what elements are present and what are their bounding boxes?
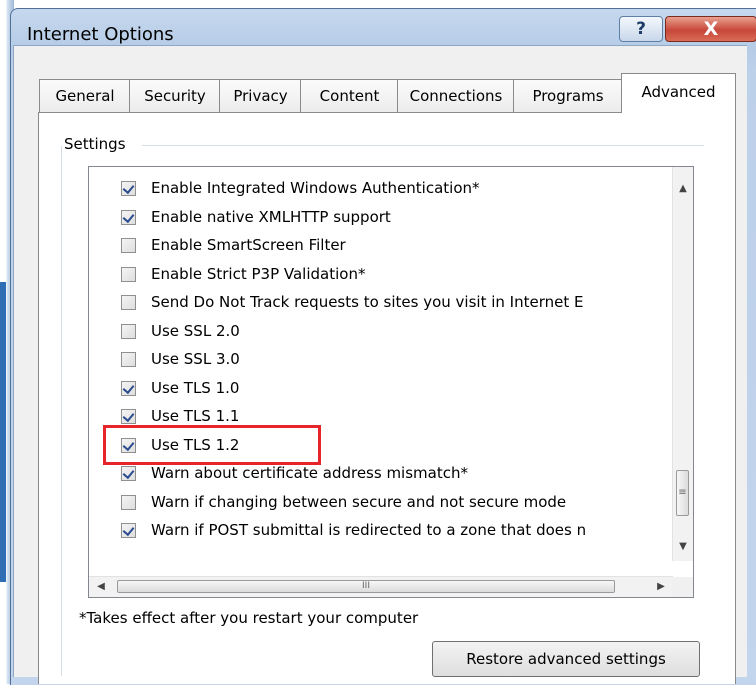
tab-connections[interactable]: Connections	[397, 79, 515, 112]
setting-label: Use SSL 2.0	[151, 322, 240, 340]
setting-label: Warn about certificate address mismatch*	[151, 464, 468, 482]
scroll-right-icon[interactable]: ▶	[651, 577, 671, 597]
question-mark-icon: ?	[636, 19, 646, 39]
setting-row[interactable]: Use SSL 3.0	[121, 346, 240, 372]
grip-icon: III	[362, 581, 370, 591]
checkbox-unchecked[interactable]	[121, 266, 136, 282]
window-title: Internet Options	[27, 24, 174, 45]
setting-row[interactable]: Warn if POST submittal is redirected to …	[121, 517, 586, 543]
setting-row[interactable]: Enable Integrated Windows Authentication…	[121, 175, 480, 201]
scrollbar-corner	[672, 577, 693, 597]
close-icon: X	[703, 18, 719, 40]
background-window-accent	[0, 282, 6, 582]
vertical-scroll-thumb[interactable]: ≡	[676, 470, 689, 516]
setting-label: Use TLS 1.0	[151, 379, 240, 397]
checkbox-checked[interactable]	[121, 209, 136, 225]
tab-security[interactable]: Security	[129, 79, 221, 112]
setting-row[interactable]: Use TLS 1.0	[121, 375, 239, 401]
close-button[interactable]: X	[665, 16, 756, 42]
scroll-up-icon[interactable]: ▲	[673, 179, 693, 199]
checkbox-checked[interactable]	[121, 522, 136, 538]
setting-row[interactable]: Send Do Not Track requests to sites you …	[121, 289, 583, 315]
setting-label: Enable Strict P3P Validation*	[151, 265, 366, 283]
tab-privacy[interactable]: Privacy	[219, 79, 302, 112]
setting-label: Enable SmartScreen Filter	[151, 236, 346, 254]
tab-general[interactable]: General	[39, 79, 131, 112]
setting-label: Use TLS 1.1	[151, 407, 240, 425]
setting-row[interactable]: Use SSL 2.0	[121, 318, 240, 344]
checkbox-checked[interactable]	[121, 465, 136, 481]
settings-group-divider	[142, 145, 704, 146]
checkbox-checked[interactable]	[121, 180, 136, 196]
scroll-down-icon[interactable]: ▼	[673, 537, 693, 557]
vertical-scrollbar[interactable]: ▲ ≡ ▼	[672, 167, 693, 561]
setting-row[interactable]: Enable Strict P3P Validation*	[121, 261, 365, 287]
setting-row[interactable]: Enable native XMLHTTP support	[121, 204, 391, 230]
restore-advanced-settings-button[interactable]: Restore advanced settings	[432, 641, 700, 677]
settings-group-border	[61, 146, 62, 676]
settings-group-label: Settings	[64, 135, 134, 153]
annotation-highlight-box	[103, 425, 321, 465]
scroll-left-icon[interactable]: ◀	[91, 577, 111, 597]
checkbox-unchecked[interactable]	[121, 494, 136, 510]
setting-label: Enable native XMLHTTP support	[151, 208, 391, 226]
checkbox-unchecked[interactable]	[121, 294, 136, 310]
settings-list[interactable]: Enable Integrated Windows Authentication…	[88, 166, 694, 598]
checkbox-checked[interactable]	[121, 380, 136, 396]
checkbox-unchecked[interactable]	[121, 323, 136, 339]
restart-note: *Takes effect after you restart your com…	[79, 609, 419, 627]
checkbox-unchecked[interactable]	[121, 237, 136, 253]
checkbox-checked[interactable]	[121, 408, 136, 424]
setting-label: Send Do Not Track requests to sites you …	[151, 293, 584, 311]
grip-icon: ≡	[678, 487, 687, 498]
tab-content[interactable]: Content	[300, 79, 399, 112]
setting-row[interactable]: Warn if changing between secure and not …	[121, 489, 566, 515]
setting-label: Warn if changing between secure and not …	[151, 493, 567, 511]
setting-label: Enable Integrated Windows Authentication…	[151, 179, 480, 197]
horizontal-scroll-thumb[interactable]: III	[117, 580, 615, 593]
setting-label: Warn if POST submittal is redirected to …	[151, 521, 587, 539]
setting-row[interactable]: Enable SmartScreen Filter	[121, 232, 346, 258]
horizontal-scrollbar[interactable]: ◀ III ▶	[89, 576, 673, 597]
tab-advanced[interactable]: Advanced	[621, 73, 736, 113]
help-button[interactable]: ?	[619, 16, 663, 42]
tab-programs[interactable]: Programs	[513, 79, 623, 112]
checkbox-unchecked[interactable]	[121, 351, 136, 367]
setting-label: Use SSL 3.0	[151, 350, 240, 368]
